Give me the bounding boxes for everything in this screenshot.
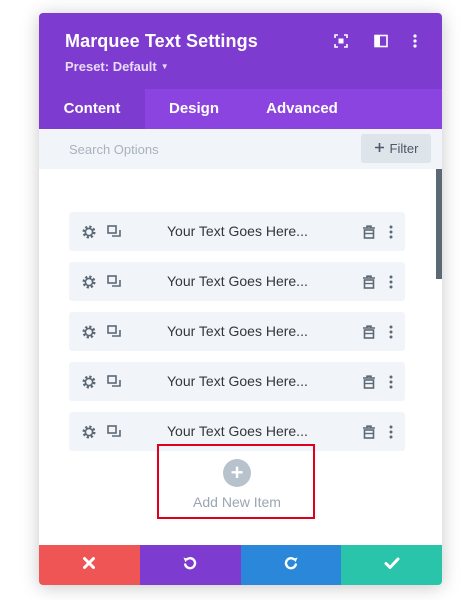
action-footer (39, 545, 442, 585)
gear-icon[interactable] (81, 274, 97, 290)
tab-content[interactable]: Content (39, 89, 145, 129)
search-bar: Filter (39, 129, 442, 169)
more-vertical-icon[interactable] (407, 33, 423, 49)
more-vertical-icon[interactable] (383, 374, 399, 390)
redo-icon (283, 555, 299, 576)
trash-icon[interactable] (361, 374, 377, 390)
gear-icon[interactable] (81, 424, 97, 440)
duplicate-icon[interactable] (106, 424, 122, 440)
plus-icon (374, 141, 385, 156)
more-vertical-icon[interactable] (383, 274, 399, 290)
settings-modal: Marquee Text Settings Preset: Default ▼ (39, 13, 442, 585)
save-button[interactable] (341, 545, 442, 585)
duplicate-icon[interactable] (106, 374, 122, 390)
sidebar-toggle-icon[interactable] (373, 33, 389, 49)
scrollbar[interactable] (436, 169, 442, 279)
duplicate-icon[interactable] (106, 274, 122, 290)
tab-advanced[interactable]: Advanced (251, 89, 353, 129)
trash-icon[interactable] (361, 274, 377, 290)
check-icon (384, 556, 400, 575)
more-vertical-icon[interactable] (383, 324, 399, 340)
item-label: Your Text Goes Here... (167, 323, 308, 339)
more-vertical-icon[interactable] (383, 424, 399, 440)
gear-icon[interactable] (81, 324, 97, 340)
redo-button[interactable] (240, 545, 342, 585)
trash-icon[interactable] (361, 424, 377, 440)
plus-circle-icon: + (223, 459, 251, 487)
undo-icon (182, 555, 198, 576)
discard-button[interactable] (39, 545, 140, 585)
add-new-item-button[interactable]: + Add New Item (175, 459, 299, 519)
item-list: Your Text Goes Here... Your Text Goes He… (39, 169, 442, 545)
close-icon (82, 556, 96, 575)
add-new-item-label: Add New Item (193, 494, 281, 510)
item-label: Your Text Goes Here... (167, 273, 308, 289)
fullscreen-icon[interactable] (333, 33, 349, 49)
item-label: Your Text Goes Here... (167, 373, 308, 389)
list-item[interactable]: Your Text Goes Here... (69, 212, 405, 251)
preset-dropdown[interactable]: Preset: Default ▼ (65, 59, 169, 74)
list-item[interactable]: Your Text Goes Here... (69, 262, 405, 301)
gear-icon[interactable] (81, 374, 97, 390)
filter-label: Filter (389, 141, 419, 156)
caret-down-icon: ▼ (160, 62, 169, 71)
modal-title: Marquee Text Settings (65, 31, 258, 51)
tab-design[interactable]: Design (145, 89, 243, 129)
filter-button[interactable]: Filter (361, 134, 431, 163)
modal-header: Marquee Text Settings Preset: Default ▼ (39, 13, 442, 89)
trash-icon[interactable] (361, 224, 377, 240)
search-input[interactable] (59, 135, 349, 163)
duplicate-icon[interactable] (106, 324, 122, 340)
tab-bar: Content Design Advanced (39, 89, 442, 129)
list-item[interactable]: Your Text Goes Here... (69, 312, 405, 351)
gear-icon[interactable] (81, 224, 97, 240)
preset-label: Preset: Default (65, 59, 157, 74)
duplicate-icon[interactable] (106, 224, 122, 240)
more-vertical-icon[interactable] (383, 224, 399, 240)
item-label: Your Text Goes Here... (167, 223, 308, 239)
trash-icon[interactable] (361, 324, 377, 340)
list-item[interactable]: Your Text Goes Here... (69, 362, 405, 401)
undo-button[interactable] (139, 545, 241, 585)
